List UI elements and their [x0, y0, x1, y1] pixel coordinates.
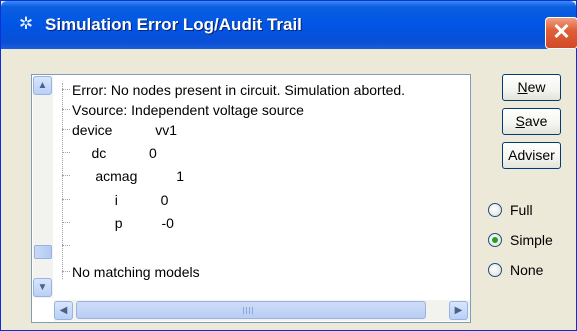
radio-none-label: None	[510, 262, 544, 278]
scroll-left-icon[interactable]: ◀	[54, 301, 73, 320]
window-title: Simulation Error Log/Audit Trail	[45, 15, 302, 34]
log-line: No matching models	[72, 264, 200, 280]
radio-full-control[interactable]	[488, 203, 502, 217]
scroll-right-icon[interactable]: ▶	[449, 301, 468, 320]
scroll-down-icon[interactable]: ▼	[33, 278, 52, 297]
log-line: Vsource: Independent voltage source	[72, 102, 304, 118]
log-text-area[interactable]: Error: No nodes present in circuit. Simu…	[56, 79, 470, 289]
radio-none-control[interactable]	[488, 263, 502, 277]
log-line: Error: No nodes present in circuit. Simu…	[72, 82, 406, 98]
log-panel: ▲ ▼ Error: No nodes present in circuit. …	[31, 74, 471, 323]
log-line: i 0	[72, 192, 169, 208]
radio-simple-label: Simple	[510, 232, 553, 248]
vertical-scrollbar[interactable]: ▲ ▼	[33, 76, 53, 298]
log-line: dc 0	[72, 145, 157, 161]
grip-icon	[243, 307, 255, 314]
error-log-dialog: ✲ Simulation Error Log/Audit Trail ✕ ▲ ▼…	[0, 0, 577, 331]
radio-full-label: Full	[510, 202, 533, 218]
sim-tool-icon: ✲	[18, 14, 34, 33]
radio-simple-control[interactable]	[488, 233, 502, 247]
log-line: device vv1	[72, 122, 178, 138]
adviser-button[interactable]: Adviser	[502, 142, 561, 169]
radio-none[interactable]: None	[488, 260, 574, 282]
log-line: acmag 1	[72, 168, 185, 184]
radio-simple[interactable]: Simple	[488, 230, 574, 252]
horizontal-scrollbar[interactable]: ◀ ▶	[54, 300, 470, 321]
horizontal-scroll-thumb[interactable]	[76, 301, 426, 319]
log-line: p -0	[72, 215, 174, 231]
close-button[interactable]: ✕	[545, 17, 577, 49]
radio-full[interactable]: Full	[488, 200, 574, 222]
save-button[interactable]: Save	[502, 108, 561, 135]
vertical-scroll-thumb[interactable]	[34, 245, 52, 259]
new-button[interactable]: New	[502, 74, 561, 101]
title-bar[interactable]: ✲ Simulation Error Log/Audit Trail ✕	[1, 1, 577, 49]
scroll-up-icon[interactable]: ▲	[33, 76, 52, 95]
